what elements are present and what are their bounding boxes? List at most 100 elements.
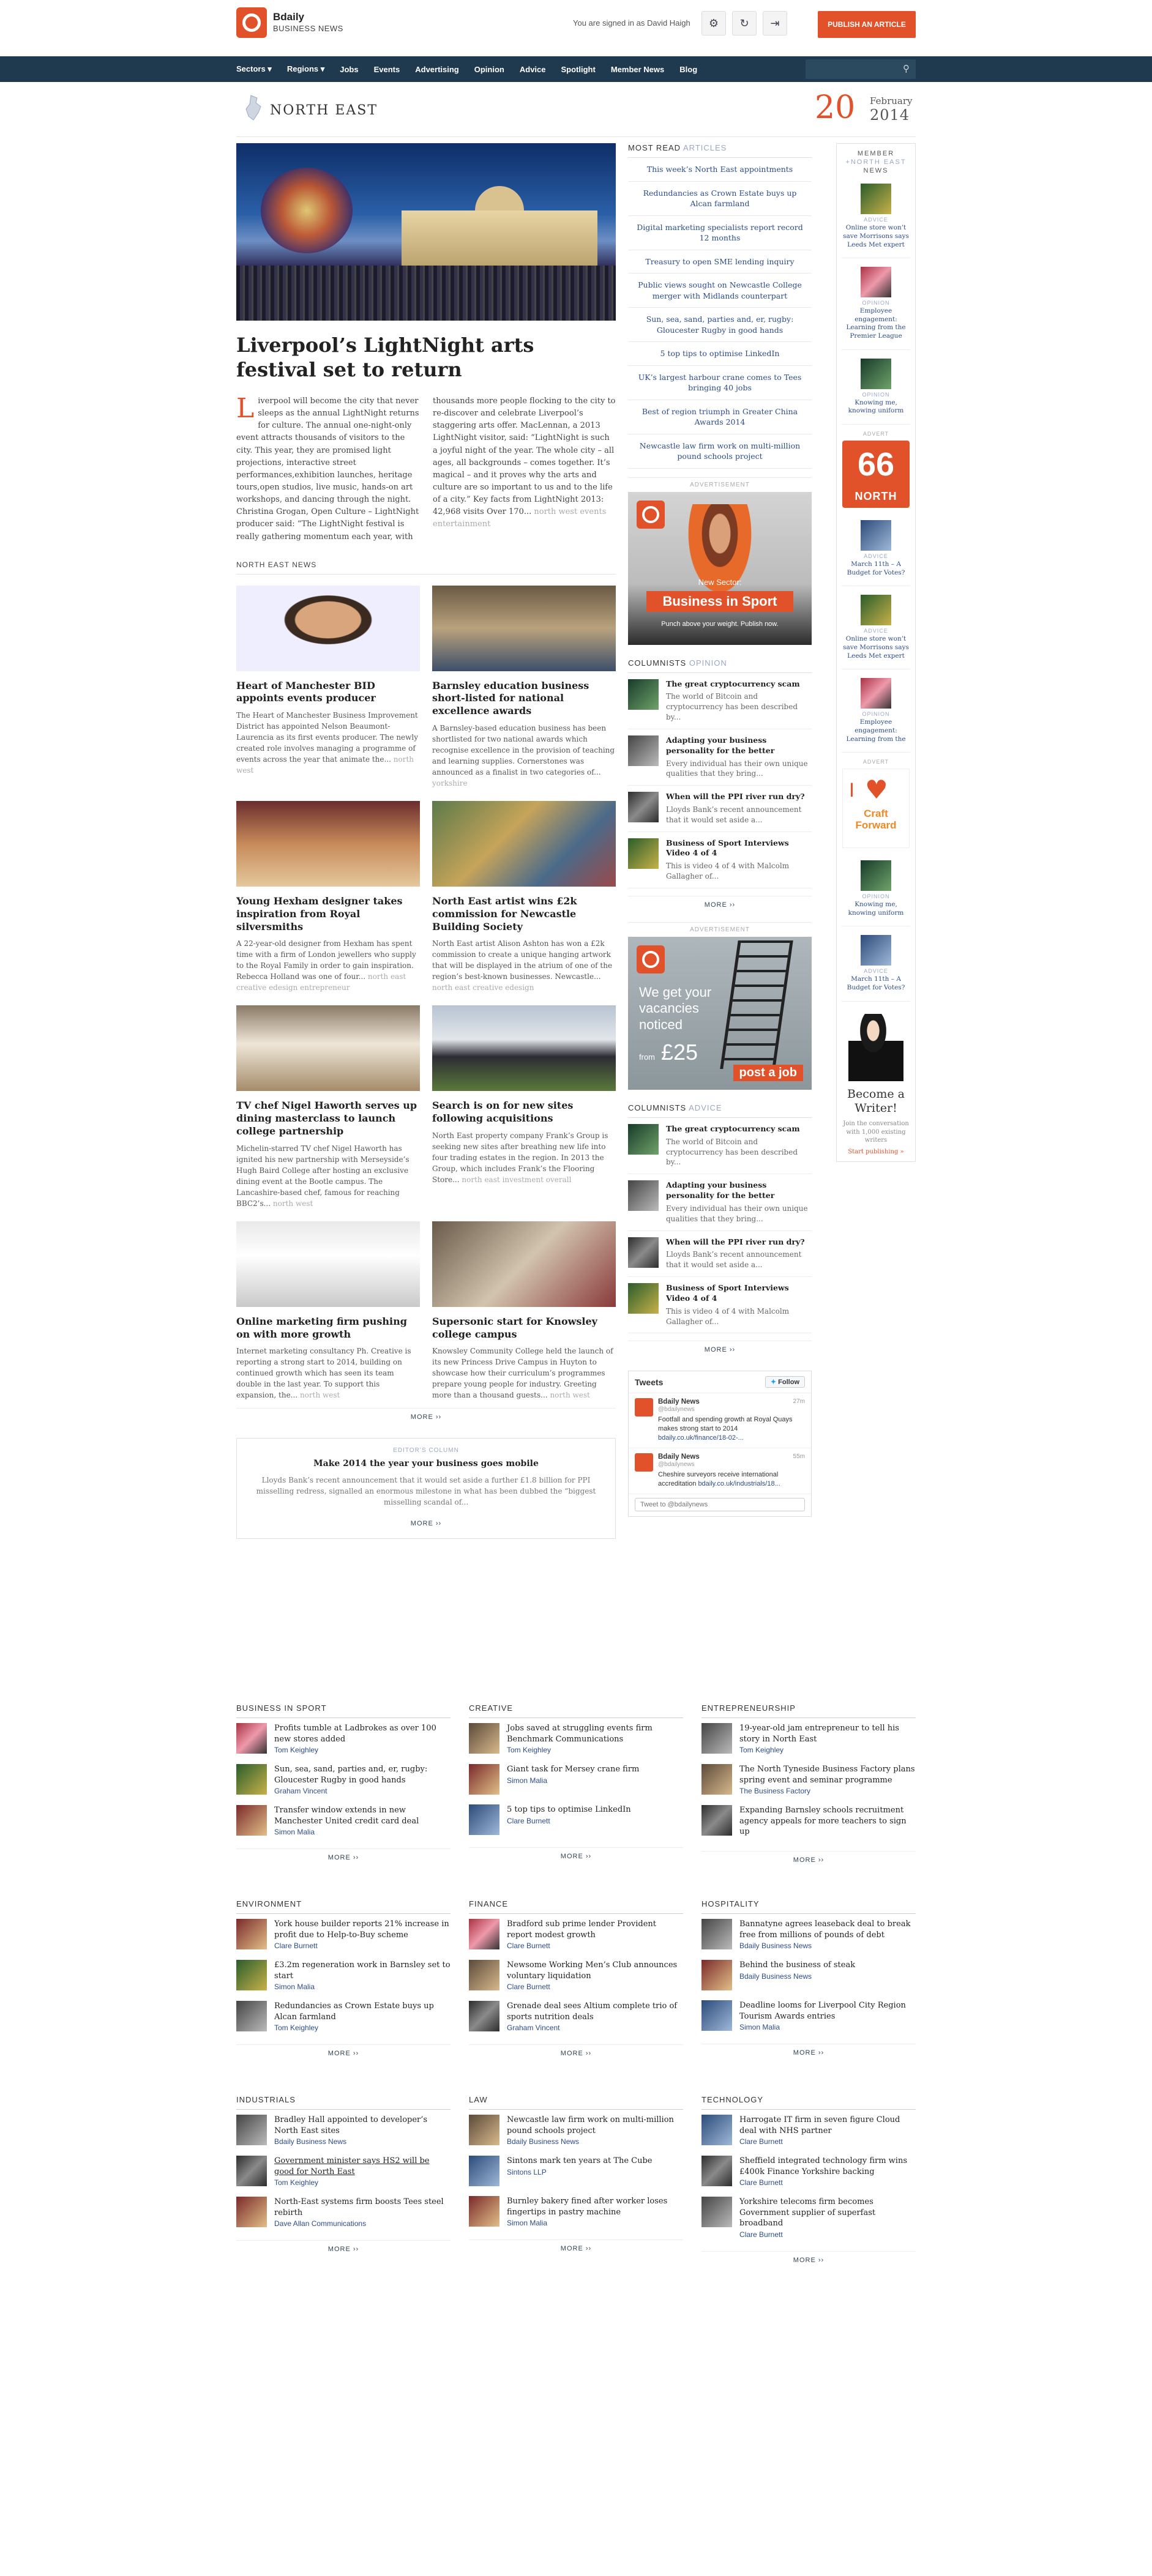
search-icon[interactable]: ⚲ <box>903 63 910 74</box>
sector-thumb[interactable] <box>469 2196 499 2227</box>
columnists-opinion-more[interactable]: MORE ›› <box>628 895 812 914</box>
sector-item[interactable]: Bannatyne agrees leaseback deal to break… <box>701 1914 916 1955</box>
news-card[interactable]: Heart of Manchester BID appoints events … <box>236 585 420 789</box>
nav-advertising[interactable]: Advertising <box>415 65 459 74</box>
columnist-title[interactable]: The great cryptocurrency scam <box>666 679 812 690</box>
sector-thumb[interactable] <box>236 1764 267 1795</box>
sector-heading[interactable]: ENVIRONMENT <box>236 1899 451 1914</box>
columnist-thumb[interactable] <box>628 838 659 869</box>
sector-item-author[interactable]: Simon Malia <box>274 1828 451 1836</box>
news-card-image[interactable] <box>236 1221 420 1307</box>
sector-thumb[interactable] <box>701 1764 732 1795</box>
sector-item-author[interactable]: Graham Vincent <box>507 2023 683 2032</box>
sector-item-author[interactable]: Simon Malia <box>507 2219 683 2227</box>
columnist-thumb[interactable] <box>628 1283 659 1314</box>
north-east-more-link[interactable]: MORE ›› <box>236 1408 616 1426</box>
news-card[interactable]: Barnsley education business short-listed… <box>432 585 616 789</box>
sector-thumb[interactable] <box>236 2115 267 2145</box>
tweet-handle[interactable]: @bdailynews <box>658 1461 695 1468</box>
member-news-title[interactable]: March 11th – A Budget for Votes? <box>842 975 910 992</box>
sector-item-title[interactable]: North-East systems firm boosts Tees stee… <box>274 2197 451 2218</box>
most-read-item[interactable]: Digital marketing specialists report rec… <box>628 216 812 250</box>
news-card-tags[interactable]: north east creative edesign <box>432 983 534 992</box>
sector-item-title[interactable]: Harrogate IT firm in seven figure Cloud … <box>739 2115 916 2136</box>
news-card-image[interactable] <box>432 1005 616 1092</box>
news-card-tags[interactable]: north west <box>550 1391 589 1399</box>
sector-thumb[interactable] <box>236 2156 267 2187</box>
sector-more-link[interactable]: MORE ›› <box>701 2044 916 2061</box>
columnist-item[interactable]: When will the PPI river run dry? Lloyds B… <box>628 786 812 832</box>
tweet[interactable]: Bdaily News @bdailynews 27m Footfall and s… <box>629 1393 811 1448</box>
sector-item-author[interactable]: Bdaily Business News <box>274 2137 451 2146</box>
sector-item-title[interactable]: York house builder reports 21% increase … <box>274 1919 451 1940</box>
columnist-title[interactable]: Adapting your business personality for t… <box>666 735 812 756</box>
sector-item-title[interactable]: Bannatyne agrees leaseback deal to break… <box>739 1919 916 1940</box>
sector-thumb[interactable] <box>236 2197 267 2228</box>
sector-item-author[interactable]: Bdaily Business News <box>739 1972 855 1981</box>
become-writer-title[interactable]: Become a Writer! <box>842 1087 910 1115</box>
sector-thumb[interactable] <box>469 1919 499 1949</box>
member-news-title[interactable]: March 11th – A Budget for Votes? <box>842 560 910 577</box>
sector-item-title[interactable]: Bradford sub prime lender Provident repo… <box>507 1919 683 1940</box>
sector-thumb[interactable] <box>236 1723 267 1754</box>
sector-thumb[interactable] <box>469 1960 499 1991</box>
member-news-thumb[interactable] <box>861 520 891 551</box>
sector-item[interactable]: Newsome Working Men’s Club announces vol… <box>469 1955 683 1996</box>
sector-item-author[interactable]: Tom Keighley <box>507 1746 683 1754</box>
sector-heading[interactable]: BUSINESS IN SPORT <box>236 1703 451 1718</box>
logout-button[interactable]: ⇥ <box>763 11 787 35</box>
sector-thumb[interactable] <box>701 1805 732 1836</box>
sector-item[interactable]: Behind the business of steak Bdaily Busin… <box>701 1955 916 1995</box>
columnist-title[interactable]: Business of Sport Interviews Video 4 of … <box>666 1283 812 1304</box>
sector-item[interactable]: The North Tyneside Business Factory plan… <box>701 1759 916 1800</box>
sector-item-title[interactable]: The North Tyneside Business Factory plan… <box>739 1764 916 1785</box>
columnist-item[interactable]: Adapting your business personality for t… <box>628 729 812 786</box>
columnist-thumb[interactable] <box>628 1237 659 1268</box>
sector-item-title[interactable]: £3.2m regeneration work in Barnsley set … <box>274 1960 451 1981</box>
sector-item-title[interactable]: Jobs saved at struggling events firm Ben… <box>507 1723 683 1744</box>
tweet-link[interactable]: bdaily.co.uk/finance/18-02-... <box>658 1434 744 1442</box>
sector-item[interactable]: Government minister says HS2 will be goo… <box>236 2151 451 2192</box>
sector-item-title[interactable]: 5 top tips to optimise LinkedIn <box>507 1804 631 1815</box>
columnist-thumb[interactable] <box>628 792 659 823</box>
business-in-sport-ad[interactable]: New Sector: Business in Sport Punch abov… <box>628 491 812 645</box>
sector-item-title[interactable]: Transfer window extends in new Mancheste… <box>274 1805 451 1826</box>
nav-spotlight[interactable]: Spotlight <box>561 65 596 74</box>
follow-button[interactable]: ✦ Follow <box>765 1376 805 1388</box>
member-news-thumb[interactable] <box>861 358 891 389</box>
most-read-item[interactable]: Sun, sea, sand, parties and, er, rugby: … <box>628 308 812 342</box>
member-news-item[interactable]: ADVICE March 11th – A Budget for Votes? <box>842 512 910 587</box>
sector-heading[interactable]: HOSPITALITY <box>701 1899 916 1914</box>
nav-sectors[interactable]: Sectors ▾ <box>236 64 272 74</box>
sector-item[interactable]: North-East systems firm boosts Tees stee… <box>236 2192 451 2233</box>
columnist-item[interactable]: The great cryptocurrency scam The world o… <box>628 673 812 729</box>
settings-button[interactable]: ⚙ <box>701 11 726 35</box>
sector-item-title[interactable]: Sheffield integrated technology firm win… <box>739 2156 916 2177</box>
sector-item[interactable]: Yorkshire telecoms firm becomes Governme… <box>701 2192 916 2244</box>
hero-image[interactable] <box>236 143 616 321</box>
hero-title[interactable]: Liverpool’s LightNight arts festival set… <box>236 333 616 382</box>
columnist-title[interactable]: Adapting your business personality for t… <box>666 1180 812 1201</box>
sector-item-author[interactable]: Simon Malia <box>274 1982 451 1991</box>
sector-thumb[interactable] <box>469 1804 499 1836</box>
most-read-item[interactable]: Newcastle law firm work on multi-million… <box>628 434 812 469</box>
sector-item[interactable]: Sheffield integrated technology firm win… <box>701 2151 916 2192</box>
sector-item-author[interactable]: Dave Allan Communications <box>274 2219 451 2228</box>
news-card-title[interactable]: Search is on for new sites following acq… <box>432 1100 616 1125</box>
member-news-item[interactable]: ADVICE Online store won’t save Morrisons… <box>842 175 910 259</box>
sector-heading[interactable]: LAW <box>469 2095 683 2110</box>
sector-item[interactable]: Sintons mark ten years at The Cube Sinton… <box>469 2151 683 2191</box>
sector-item-title[interactable]: Behind the business of steak <box>739 1960 855 1971</box>
sector-thumb[interactable] <box>469 1764 499 1795</box>
news-card-title[interactable]: Supersonic start for Knowsley college ca… <box>432 1316 616 1341</box>
sector-thumb[interactable] <box>701 1723 732 1754</box>
sector-item-title[interactable]: 19-year-old jam entrepreneur to tell his… <box>739 1723 916 1744</box>
most-read-item[interactable]: Best of region triumph in Greater China … <box>628 400 812 434</box>
columnist-title[interactable]: When will the PPI river run dry? <box>666 1237 812 1248</box>
editors-column-title[interactable]: Make 2014 the year your business goes mo… <box>249 1459 603 1469</box>
avatar[interactable] <box>635 1398 653 1417</box>
columnist-item[interactable]: Business of Sport Interviews Video 4 of … <box>628 832 812 888</box>
tweet[interactable]: Bdaily News @bdailynews 55m Cheshire surve… <box>629 1448 811 1494</box>
sector-more-link[interactable]: MORE ›› <box>236 2044 451 2062</box>
search-input[interactable]: ⚲ <box>806 59 916 79</box>
